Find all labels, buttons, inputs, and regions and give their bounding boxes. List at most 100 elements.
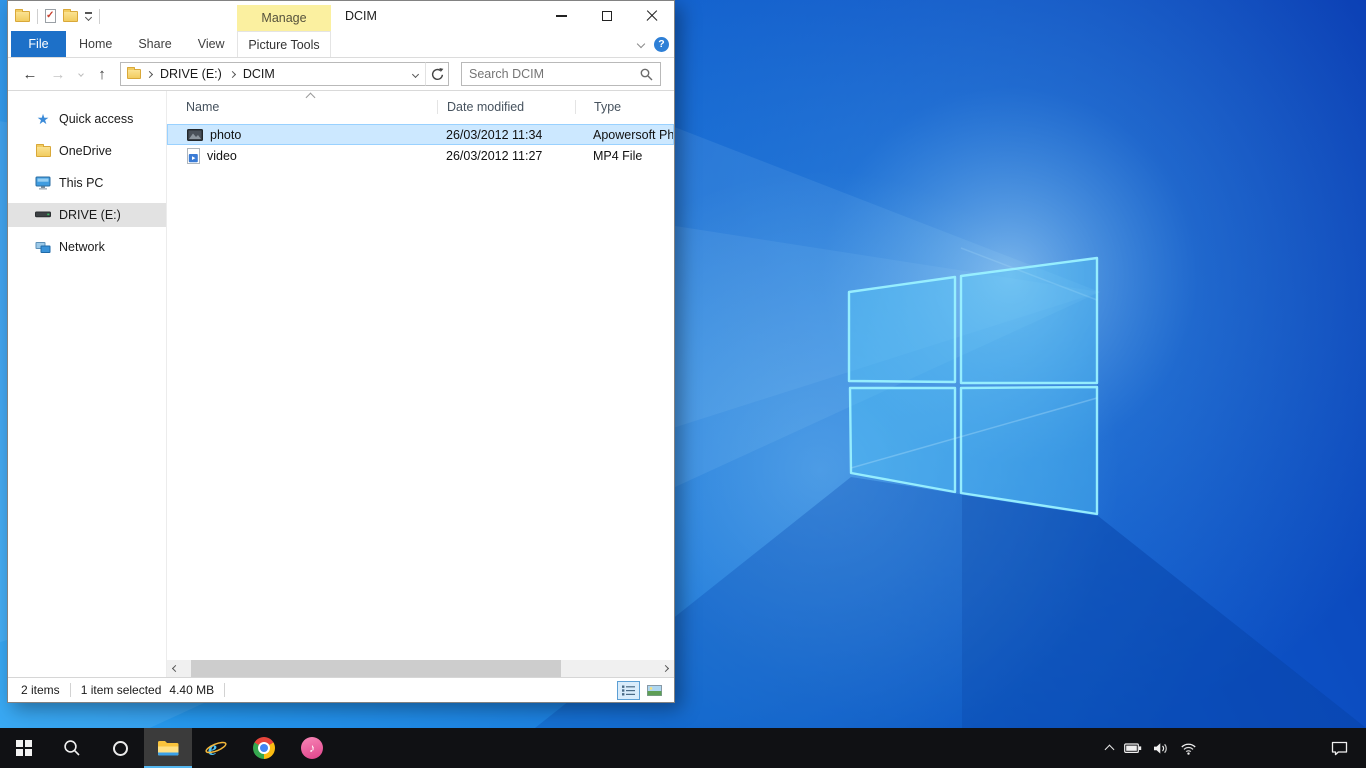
thumbnails-view-icon xyxy=(647,685,662,696)
file-type: MP4 File xyxy=(576,149,673,163)
refresh-button[interactable] xyxy=(425,62,449,86)
file-type: Apowersoft Pho xyxy=(576,128,673,142)
start-button[interactable] xyxy=(0,728,48,768)
tab-share[interactable]: Share xyxy=(125,31,184,57)
onedrive-folder-icon xyxy=(35,143,51,159)
close-button[interactable] xyxy=(629,1,674,31)
search-box[interactable] xyxy=(461,62,661,86)
video-file-icon xyxy=(187,148,200,164)
tab-file[interactable]: File xyxy=(11,31,66,57)
tab-view[interactable]: View xyxy=(185,31,238,57)
file-list-pane: Name Date modified Type photo xyxy=(166,91,674,677)
itunes-icon: ♪ xyxy=(301,737,323,759)
help-icon[interactable]: ? xyxy=(654,37,669,52)
expand-ribbon-icon[interactable] xyxy=(637,40,645,48)
folder-icon xyxy=(127,69,141,79)
breadcrumb-chevron-icon[interactable] xyxy=(146,70,153,77)
file-name: photo xyxy=(210,128,241,142)
hidden-icons-chevron-icon[interactable] xyxy=(1105,745,1115,755)
screen: ✓ Manage DCIM File Home Share View P xyxy=(0,0,1366,768)
navigation-bar: ← → ↑ DRIVE (E:) DCIM xyxy=(8,58,674,91)
main-content: ★ Quick access OneDrive xyxy=(8,91,674,677)
sidebar-item-label: OneDrive xyxy=(59,144,112,158)
properties-icon[interactable]: ✓ xyxy=(45,9,56,23)
sidebar-item-drive-e[interactable]: DRIVE (E:) xyxy=(8,203,166,227)
file-row-photo[interactable]: photo 26/03/2012 11:34 Apowersoft Pho xyxy=(167,124,674,145)
column-header-date-modified[interactable]: Date modified xyxy=(438,100,576,114)
forward-button[interactable]: → xyxy=(44,61,72,87)
sidebar-item-onedrive[interactable]: OneDrive xyxy=(8,139,166,163)
taskbar-search-button[interactable] xyxy=(48,728,96,768)
chrome-button[interactable] xyxy=(240,728,288,768)
internet-explorer-icon: e xyxy=(204,736,228,760)
address-bar[interactable]: DRIVE (E:) DCIM xyxy=(120,62,426,86)
back-button[interactable]: ← xyxy=(16,61,44,87)
search-input[interactable] xyxy=(469,67,640,81)
details-view-button[interactable] xyxy=(617,681,640,700)
selection-count: 1 item selected xyxy=(81,683,162,697)
search-icon[interactable] xyxy=(640,68,653,81)
network-icon xyxy=(35,239,51,255)
sidebar-item-label: Quick access xyxy=(59,112,133,126)
taskbar-file-explorer-button[interactable] xyxy=(144,728,192,768)
sidebar-item-network[interactable]: Network xyxy=(8,235,166,259)
file-explorer-icon xyxy=(157,739,180,757)
chrome-icon xyxy=(253,737,275,759)
tab-home[interactable]: Home xyxy=(66,31,125,57)
new-folder-icon[interactable] xyxy=(63,11,78,22)
view-switcher xyxy=(617,681,666,700)
up-button[interactable]: ↑ xyxy=(90,61,114,87)
action-center-button[interactable] xyxy=(1331,741,1348,756)
quick-access-toolbar: ✓ xyxy=(15,1,100,31)
maximize-button[interactable] xyxy=(584,1,629,31)
file-row-video[interactable]: video 26/03/2012 11:27 MP4 File xyxy=(167,145,674,166)
sidebar-item-this-pc[interactable]: This PC xyxy=(8,171,166,195)
details-view-icon xyxy=(622,685,635,696)
sidebar-item-label: This PC xyxy=(59,176,103,190)
address-dropdown-icon[interactable] xyxy=(405,72,425,77)
breadcrumb-dcim[interactable]: DCIM xyxy=(237,67,281,81)
itunes-button[interactable]: ♪ xyxy=(288,728,336,768)
minimize-button[interactable] xyxy=(539,1,584,31)
ribbon-tabs: File Home Share View Picture Tools ? xyxy=(8,31,674,58)
photo-file-icon xyxy=(187,129,203,141)
title-bar: ✓ Manage DCIM xyxy=(8,1,674,31)
tab-picture-tools[interactable]: Picture Tools xyxy=(237,31,331,57)
file-explorer-window-icon[interactable] xyxy=(15,11,30,22)
horizontal-scrollbar[interactable] xyxy=(167,660,674,677)
column-header-type[interactable]: Type xyxy=(576,100,674,114)
sidebar-item-quick-access[interactable]: ★ Quick access xyxy=(8,107,166,131)
scroll-right-icon[interactable] xyxy=(657,660,674,677)
scrollbar-thumb[interactable] xyxy=(191,660,561,677)
system-tray xyxy=(1106,728,1366,768)
scroll-left-icon[interactable] xyxy=(167,660,184,677)
this-pc-icon xyxy=(35,175,51,191)
svg-text:e: e xyxy=(208,738,217,760)
quick-access-star-icon: ★ xyxy=(35,111,51,127)
navigation-pane: ★ Quick access OneDrive xyxy=(8,91,166,677)
wifi-network-icon[interactable] xyxy=(1180,742,1197,755)
windows-start-icon xyxy=(16,740,32,756)
maximize-icon xyxy=(602,11,612,21)
column-header-name[interactable]: Name xyxy=(167,100,438,114)
separator xyxy=(37,9,38,24)
search-icon xyxy=(63,739,81,757)
breadcrumb-chevron-icon[interactable] xyxy=(229,70,236,77)
customize-quick-access-icon[interactable] xyxy=(85,12,92,20)
manage-contextual-header[interactable]: Manage xyxy=(237,5,331,31)
cortana-icon xyxy=(113,741,128,756)
window-title: DCIM xyxy=(345,1,377,31)
volume-icon[interactable] xyxy=(1153,742,1169,755)
minimize-icon xyxy=(556,15,567,17)
breadcrumb-drive[interactable]: DRIVE (E:) xyxy=(154,67,228,81)
item-count: 2 items xyxy=(21,683,60,697)
refresh-icon xyxy=(431,68,444,81)
thumbnails-view-button[interactable] xyxy=(643,681,666,700)
action-center-icon xyxy=(1331,741,1348,756)
internet-explorer-button[interactable]: e xyxy=(192,728,240,768)
separator xyxy=(70,683,71,697)
battery-icon[interactable] xyxy=(1124,743,1142,754)
recent-locations-icon[interactable] xyxy=(72,61,90,87)
file-date-modified: 26/03/2012 11:34 xyxy=(438,128,576,142)
cortana-button[interactable] xyxy=(96,728,144,768)
